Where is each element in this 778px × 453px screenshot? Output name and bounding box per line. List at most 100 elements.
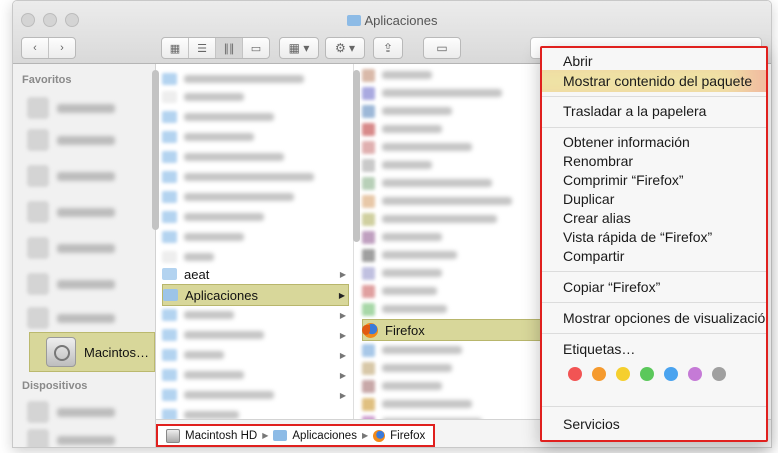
breadcrumb-macintosh-hd[interactable]: Macintosh HD xyxy=(185,430,257,442)
folder-icon xyxy=(162,329,177,341)
scrollbar[interactable] xyxy=(152,70,159,230)
menu-item-vista-rapida[interactable]: Vista rápida de “Firefox” xyxy=(563,228,766,247)
menu-item-copiar[interactable]: Copiar “Firefox” xyxy=(563,278,766,297)
menu-item-abrir[interactable]: Abrir xyxy=(563,52,766,71)
scrollbar[interactable] xyxy=(353,70,360,242)
breadcrumb-aplicaciones[interactable]: Aplicaciones xyxy=(292,430,357,442)
list-item[interactable] xyxy=(162,108,349,126)
list-item[interactable] xyxy=(362,395,548,413)
list-item[interactable] xyxy=(162,148,349,166)
sidebar-item[interactable] xyxy=(27,198,145,226)
gear-icon[interactable]: ⚙ ▾ xyxy=(325,37,365,59)
menu-separator xyxy=(542,127,766,128)
folder-icon xyxy=(273,430,288,441)
list-item[interactable] xyxy=(162,208,349,226)
sidebar: Favoritos Macintos… Dispositivos xyxy=(13,64,156,447)
tag-green[interactable] xyxy=(640,367,654,381)
menu-item-crear-alias[interactable]: Crear alias xyxy=(563,209,766,228)
menu-item-servicios[interactable]: Servicios xyxy=(563,415,766,434)
list-item[interactable] xyxy=(362,377,548,395)
list-item[interactable] xyxy=(362,282,548,300)
sidebar-item[interactable] xyxy=(27,270,145,298)
sidebar-item-macintosh-hd[interactable]: Macintos… xyxy=(29,332,155,372)
list-item-firefox[interactable]: Firefox xyxy=(362,319,548,341)
tag-purple[interactable] xyxy=(688,367,702,381)
list-item[interactable] xyxy=(362,246,548,264)
folder-icon xyxy=(27,273,49,295)
menu-item-duplicar[interactable]: Duplicar xyxy=(563,190,766,209)
list-item[interactable] xyxy=(362,138,548,156)
tag-orange[interactable] xyxy=(592,367,606,381)
menu-item-obtener-informacion[interactable]: Obtener información xyxy=(563,133,766,152)
list-item[interactable] xyxy=(362,84,548,102)
list-item[interactable] xyxy=(362,102,548,120)
breadcrumb-firefox[interactable]: Firefox xyxy=(390,430,425,442)
tag-gray[interactable] xyxy=(712,367,726,381)
list-item[interactable] xyxy=(362,341,548,359)
back-button[interactable]: ‹ xyxy=(22,38,49,58)
share-icon[interactable]: ⇪ xyxy=(373,37,403,59)
list-item[interactable] xyxy=(162,168,349,186)
menu-item-renombrar[interactable]: Renombrar xyxy=(563,152,766,171)
list-item[interactable] xyxy=(162,248,349,266)
list-item[interactable] xyxy=(362,192,548,210)
menu-item-opciones-visualizacion[interactable]: Mostrar opciones de visualización xyxy=(563,309,766,328)
sidebar-item[interactable] xyxy=(27,162,145,190)
folder-icon xyxy=(27,129,49,151)
list-item[interactable] xyxy=(362,264,548,282)
folder-icon xyxy=(27,237,49,259)
icon-view-icon[interactable]: ▦ xyxy=(162,38,189,58)
menu-item-etiquetas[interactable]: Etiquetas… xyxy=(563,340,766,359)
folder-icon xyxy=(162,151,177,163)
menu-item-mostrar-contenido-paquete[interactable]: Mostrar contenido del paquete xyxy=(542,70,766,92)
list-item[interactable] xyxy=(362,228,548,246)
column-2: Firefox xyxy=(353,64,553,429)
sidebar-item[interactable] xyxy=(27,126,145,154)
tag-icon[interactable]: ▭ xyxy=(423,37,461,59)
menu-item-comprimir[interactable]: Comprimir “Firefox” xyxy=(563,171,766,190)
arrange-button[interactable]: ▦ ▾ xyxy=(279,37,319,59)
list-item[interactable]: ▶ xyxy=(162,326,349,344)
hard-disk-icon xyxy=(27,429,49,447)
list-item[interactable] xyxy=(162,128,349,146)
sidebar-item[interactable] xyxy=(27,234,145,262)
sidebar-devices-header: Dispositivos xyxy=(22,380,88,392)
list-item[interactable] xyxy=(362,120,548,138)
list-item[interactable]: ▶ xyxy=(162,306,349,324)
list-item[interactable] xyxy=(362,66,548,84)
list-item[interactable] xyxy=(362,300,548,318)
tag-yellow[interactable] xyxy=(616,367,630,381)
list-item[interactable] xyxy=(162,88,349,106)
list-item[interactable]: ▶ xyxy=(162,346,349,364)
tag-blue[interactable] xyxy=(664,367,678,381)
menu-item-compartir[interactable]: Compartir xyxy=(563,247,766,266)
list-item[interactable] xyxy=(162,70,349,88)
forward-button[interactable]: › xyxy=(49,38,75,58)
sidebar-item[interactable] xyxy=(27,426,145,447)
chevron-right-icon: ▶ xyxy=(361,431,369,440)
hard-disk-icon xyxy=(166,428,180,443)
list-item[interactable] xyxy=(362,174,548,192)
sidebar-item[interactable] xyxy=(27,398,145,426)
list-item[interactable] xyxy=(362,210,548,228)
tag-color-picker xyxy=(568,367,726,381)
chevron-right-icon: ▶ xyxy=(338,290,345,300)
list-item[interactable] xyxy=(362,359,548,377)
list-item[interactable] xyxy=(162,188,349,206)
list-view-icon[interactable]: ☰ xyxy=(189,38,216,58)
list-item-aplicaciones[interactable]: Aplicaciones ▶ xyxy=(162,284,349,306)
list-item[interactable]: ▶ xyxy=(162,386,349,404)
tag-red[interactable] xyxy=(568,367,582,381)
list-item[interactable] xyxy=(362,156,548,174)
menu-item-trasladar-papelera[interactable]: Trasladar a la papelera xyxy=(563,102,766,121)
list-item[interactable] xyxy=(162,228,349,246)
cover-flow-icon[interactable]: ▭ xyxy=(243,38,269,58)
sidebar-item[interactable] xyxy=(27,304,145,332)
folder-icon xyxy=(162,349,177,361)
list-item[interactable]: ▶ xyxy=(162,366,349,384)
list-item-aeat[interactable]: aeat ▶ xyxy=(162,265,349,283)
breadcrumb: Macintosh HD ▶ Aplicaciones ▶ Firefox xyxy=(156,424,436,447)
context-menu: Abrir Mostrar contenido del paquete Tras… xyxy=(540,46,768,442)
sidebar-item[interactable] xyxy=(27,94,145,122)
column-view-icon[interactable]: ∥∥ xyxy=(216,38,243,58)
